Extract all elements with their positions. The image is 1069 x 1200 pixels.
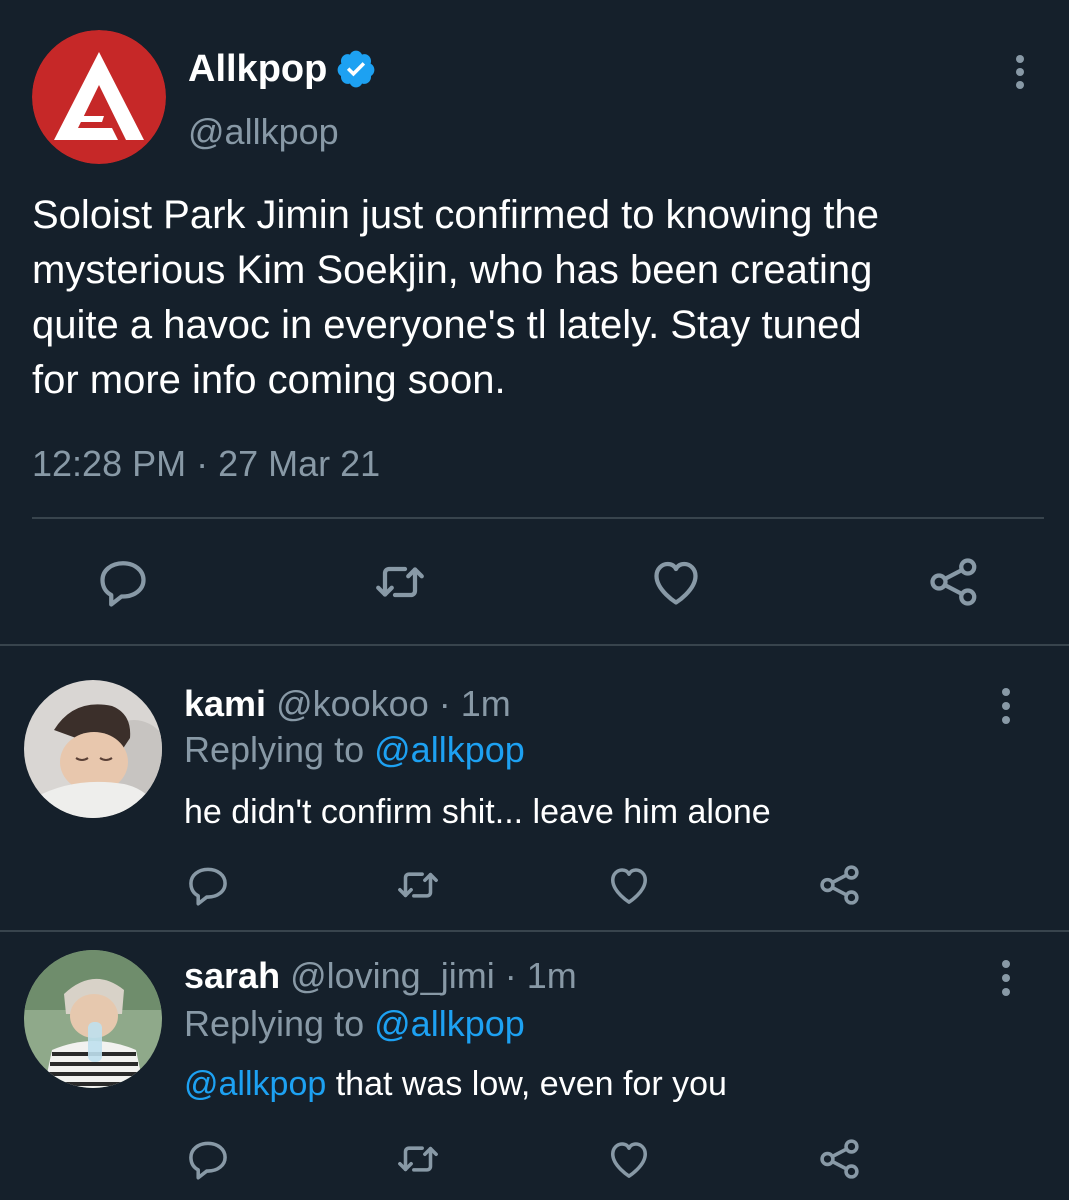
share-icon[interactable] (815, 1134, 865, 1184)
author-name[interactable]: Allkpop (188, 46, 327, 92)
reply-handle[interactable]: @kookoo (276, 683, 429, 724)
reply-time[interactable]: 1m (527, 955, 577, 996)
share-icon[interactable] (924, 552, 984, 612)
author-name-row: Allkpop (188, 46, 377, 92)
mention-link[interactable]: @allkpop (184, 1065, 326, 1103)
divider (32, 517, 1044, 519)
allkpop-logo-icon (32, 30, 166, 164)
avatar[interactable] (24, 680, 162, 818)
replying-to: Replying to @allkpop (184, 1002, 525, 1046)
share-icon[interactable] (815, 860, 865, 910)
verified-badge-icon (335, 48, 377, 90)
retweet-icon[interactable] (370, 552, 430, 612)
replying-label: Replying to (184, 1003, 365, 1044)
retweet-icon[interactable] (393, 1134, 443, 1184)
divider (0, 644, 1069, 646)
reply-author-name[interactable]: sarah (184, 955, 280, 996)
replying-handle-link[interactable]: @allkpop (374, 1003, 525, 1044)
divider (0, 930, 1069, 932)
reply-body: he didn't confirm shit... leave him alon… (184, 793, 771, 831)
reply-icon[interactable] (183, 1134, 233, 1184)
replying-to: Replying to @allkpop (184, 728, 525, 772)
reply-icon[interactable] (93, 552, 153, 612)
tweet-timestamp[interactable]: 12:28 PM · 27 Mar 21 (32, 442, 380, 486)
author-handle[interactable]: @allkpop (188, 110, 339, 154)
replying-label: Replying to (184, 729, 365, 770)
separator: · (504, 955, 517, 996)
user-photo-icon (24, 680, 162, 818)
allkpop-avatar[interactable] (32, 30, 166, 164)
reply-body: that was low, even for you (326, 1065, 727, 1103)
like-icon[interactable] (646, 552, 706, 612)
reply-time[interactable]: 1m (461, 683, 511, 724)
retweet-icon[interactable] (393, 860, 443, 910)
reply-text: he didn't confirm shit... leave him alon… (184, 790, 771, 834)
like-icon[interactable] (604, 1134, 654, 1184)
reply-header: kami @kookoo · 1m (184, 682, 511, 726)
user-photo-icon (24, 950, 162, 1088)
more-options-icon[interactable] (986, 684, 1026, 728)
more-options-icon[interactable] (1000, 52, 1040, 92)
like-icon[interactable] (604, 860, 654, 910)
separator: · (438, 683, 451, 724)
reply-author-name[interactable]: kami (184, 683, 266, 724)
tweet-text: Soloist Park Jimin just confirmed to kno… (32, 193, 880, 402)
more-options-icon[interactable] (986, 956, 1026, 1000)
reply-handle[interactable]: @loving_jimi (290, 955, 495, 996)
reply-header: sarah @loving_jimi · 1m (184, 954, 577, 998)
replying-handle-link[interactable]: @allkpop (374, 729, 525, 770)
reply-icon[interactable] (183, 860, 233, 910)
reply-text: @allkpop that was low, even for you (184, 1062, 727, 1106)
avatar[interactable] (24, 950, 162, 1088)
